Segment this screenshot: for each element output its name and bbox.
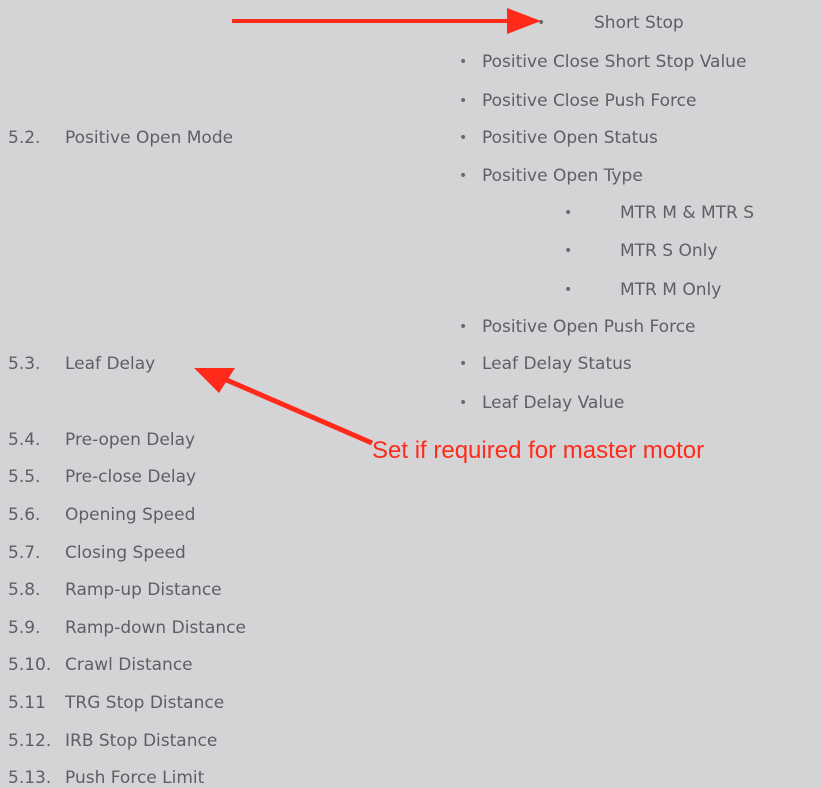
arrow-right-icon	[232, 8, 541, 34]
annotation-note: Set if required for master motor	[372, 437, 705, 464]
annotation-arrows	[194, 8, 541, 446]
arrow-left-icon	[194, 368, 373, 446]
